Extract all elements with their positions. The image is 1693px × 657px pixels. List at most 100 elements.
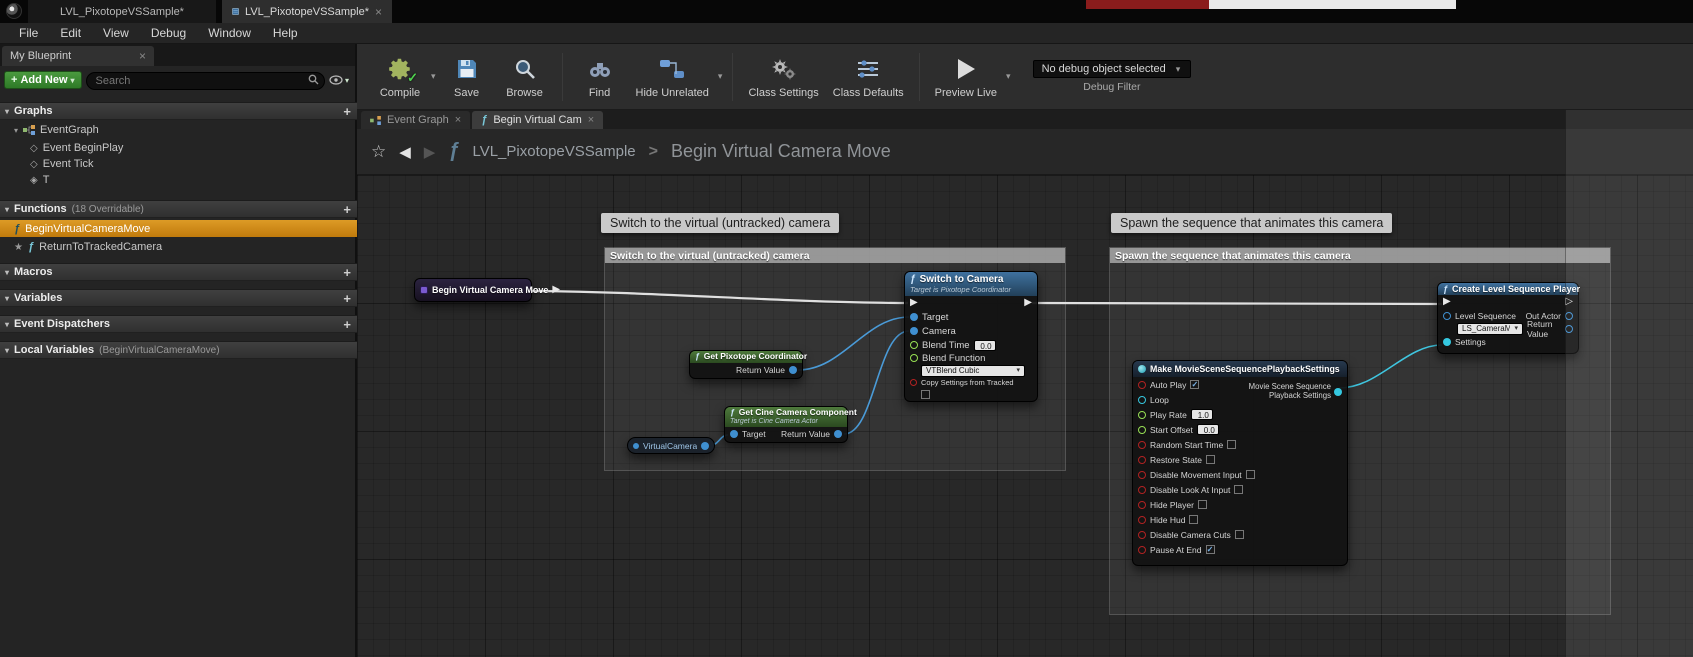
bool-pin[interactable] bbox=[1138, 531, 1146, 539]
add-new-button[interactable]: + Add New ▾ bbox=[4, 71, 82, 89]
expand-arrow-icon[interactable]: ▾ bbox=[5, 294, 9, 303]
bool-pin[interactable] bbox=[1138, 546, 1146, 554]
auto-play-checkbox[interactable]: ✓ bbox=[1190, 380, 1199, 389]
section-header-event-dispatchers[interactable]: ▾ Event Dispatchers + bbox=[0, 315, 357, 333]
menu-item[interactable]: File bbox=[8, 23, 49, 44]
section-header-variables[interactable]: ▾ Variables + bbox=[0, 289, 357, 307]
exec-wire[interactable] bbox=[522, 291, 908, 303]
auto-play-pin[interactable] bbox=[1138, 381, 1146, 389]
bool-pin[interactable] bbox=[1138, 441, 1146, 449]
section-header-macros[interactable]: ▾ Macros + bbox=[0, 263, 357, 281]
close-icon[interactable]: × bbox=[588, 114, 594, 126]
hide-unrelated-button[interactable]: Hide Unrelated bbox=[629, 47, 716, 107]
pin-checkbox[interactable] bbox=[1246, 470, 1255, 479]
close-icon[interactable]: × bbox=[375, 6, 382, 18]
preview-live-button[interactable]: Preview Live bbox=[928, 47, 1004, 107]
class-defaults-button[interactable]: Class Defaults bbox=[826, 47, 911, 107]
close-icon[interactable]: × bbox=[455, 114, 461, 126]
exec-in-pin[interactable]: ▶ bbox=[910, 298, 918, 308]
blend-function-dropdown[interactable]: VTBlend Cubic ▾ bbox=[921, 365, 1025, 377]
pin-checkbox[interactable]: ✓ bbox=[1206, 545, 1215, 554]
breadcrumb-root[interactable]: LVL_PixotopeVSSample bbox=[472, 143, 635, 160]
start-offset-pin[interactable] bbox=[1138, 426, 1146, 434]
bool-pin[interactable] bbox=[1138, 456, 1146, 464]
section-header-functions[interactable]: ▾ Functions (18 Overridable) + bbox=[0, 200, 357, 218]
bool-pin[interactable] bbox=[1138, 501, 1146, 509]
favorite-star-icon[interactable]: ☆ bbox=[371, 142, 386, 162]
add-function-button[interactable]: + bbox=[343, 203, 351, 216]
sidebar-item-event-t[interactable]: ◈ T bbox=[0, 172, 357, 188]
add-graph-button[interactable]: + bbox=[343, 105, 351, 118]
camera-pin[interactable] bbox=[910, 327, 918, 335]
node-get-cine-camera-component[interactable]: ƒ Get Cine Camera Component Target is Ci… bbox=[724, 406, 848, 443]
sidebar-item-event-tick[interactable]: ◇ Event Tick bbox=[0, 156, 357, 172]
node-make-playback-settings[interactable]: Make MovieSceneSequencePlaybackSettings … bbox=[1132, 360, 1348, 566]
pin-checkbox[interactable] bbox=[1189, 515, 1198, 524]
expand-arrow-icon[interactable]: ▾ bbox=[5, 107, 9, 116]
tab-event-graph[interactable]: Event Graph × bbox=[361, 111, 470, 129]
return-value-pin[interactable] bbox=[789, 366, 797, 374]
expand-arrow-icon[interactable]: ▾ bbox=[5, 268, 9, 277]
exec-wire[interactable] bbox=[1032, 303, 1442, 304]
level-sequence-pin[interactable] bbox=[1443, 312, 1451, 320]
preview-live-options-chevron-icon[interactable]: ▾ bbox=[1006, 71, 1011, 82]
blend-time-field[interactable]: 0.0 bbox=[974, 340, 996, 351]
class-settings-button[interactable]: Class Settings bbox=[741, 47, 825, 107]
expand-arrow-icon[interactable]: ▾ bbox=[14, 126, 18, 135]
graph-canvas[interactable]: Switch to the virtual (untracked) camera… bbox=[357, 175, 1693, 657]
menu-item[interactable]: Window bbox=[197, 23, 262, 44]
pin-checkbox[interactable] bbox=[1206, 455, 1215, 464]
blend-function-pin[interactable] bbox=[910, 354, 918, 362]
start-offset-field[interactable]: 0.0 bbox=[1197, 424, 1219, 435]
variable-out-pin[interactable] bbox=[701, 442, 709, 450]
unreal-logo-icon[interactable] bbox=[6, 3, 22, 19]
node-begin-virtual-camera-move[interactable]: Begin Virtual Camera Move ▶ bbox=[414, 278, 532, 302]
browse-button[interactable]: Browse bbox=[496, 47, 554, 107]
window-tab-level[interactable]: LVL_PixotopeVSSample* bbox=[28, 0, 216, 23]
menu-item[interactable]: View bbox=[92, 23, 140, 44]
exec-out-pin[interactable]: ▶ bbox=[1024, 298, 1032, 308]
copy-settings-checkbox[interactable] bbox=[921, 390, 930, 399]
bool-pin[interactable] bbox=[1138, 516, 1146, 524]
object-wire[interactable] bbox=[844, 331, 909, 434]
pin-checkbox[interactable] bbox=[1198, 500, 1207, 509]
exec-out-pin[interactable]: ▶ bbox=[552, 285, 560, 295]
section-header-graphs[interactable]: ▾ Graphs + bbox=[0, 102, 357, 120]
loop-pin[interactable] bbox=[1138, 396, 1146, 404]
compile-button[interactable]: ✓ Compile bbox=[371, 47, 429, 107]
sidebar-item-event-beginplay[interactable]: ◇ Event BeginPlay bbox=[0, 140, 357, 156]
settings-pin[interactable] bbox=[1443, 338, 1451, 346]
debug-object-dropdown[interactable]: No debug object selected ▾ bbox=[1033, 60, 1192, 78]
pin-checkbox[interactable] bbox=[1234, 485, 1243, 494]
sidebar-item-returntotrackedcamera[interactable]: ★ ƒ ReturnToTrackedCamera bbox=[0, 239, 357, 255]
add-variable-button[interactable]: + bbox=[343, 292, 351, 305]
add-macro-button[interactable]: + bbox=[343, 266, 351, 279]
tab-begin-virtual-camera[interactable]: ƒ Begin Virtual Cam × bbox=[472, 111, 603, 129]
save-button[interactable]: Save bbox=[438, 47, 496, 107]
node-create-level-sequence-player[interactable]: ƒ Create Level Sequence Player ▶ ▷ Level… bbox=[1437, 282, 1579, 354]
find-button[interactable]: Find bbox=[571, 47, 629, 107]
expand-arrow-icon[interactable]: ▾ bbox=[5, 346, 9, 355]
nav-back-icon[interactable]: ◀ bbox=[399, 143, 411, 161]
expand-arrow-icon[interactable]: ▾ bbox=[5, 320, 9, 329]
level-sequence-asset-picker[interactable]: LS_CameraMove ▾ bbox=[1457, 323, 1523, 335]
menu-item[interactable]: Debug bbox=[140, 23, 197, 44]
my-blueprint-tab[interactable]: My Blueprint × bbox=[2, 46, 154, 66]
search-input[interactable] bbox=[86, 72, 325, 90]
play-rate-field[interactable]: 1.0 bbox=[1191, 409, 1213, 420]
sidebar-item-beginvirtualcameramove[interactable]: ƒ BeginVirtualCameraMove bbox=[0, 220, 357, 237]
menu-item[interactable]: Help bbox=[262, 23, 309, 44]
close-icon[interactable]: × bbox=[139, 50, 146, 62]
nav-forward-icon[interactable]: ▶ bbox=[424, 143, 436, 161]
bool-pin[interactable] bbox=[1138, 471, 1146, 479]
section-header-local-variables[interactable]: ▾ Local Variables (BeginVirtualCameraMov… bbox=[0, 341, 357, 359]
playback-settings-out-pin[interactable] bbox=[1334, 388, 1342, 396]
add-dispatcher-button[interactable]: + bbox=[343, 318, 351, 331]
exec-in-pin[interactable]: ▶ bbox=[1443, 297, 1451, 307]
target-pin[interactable] bbox=[730, 430, 738, 438]
view-options-button[interactable]: ▾ bbox=[329, 75, 351, 85]
struct-wire[interactable] bbox=[1339, 345, 1442, 388]
expand-arrow-icon[interactable]: ▾ bbox=[5, 205, 9, 214]
node-switch-to-camera[interactable]: ƒ Switch to Camera Target is Pixotope Co… bbox=[904, 271, 1038, 402]
return-value-pin[interactable] bbox=[834, 430, 842, 438]
